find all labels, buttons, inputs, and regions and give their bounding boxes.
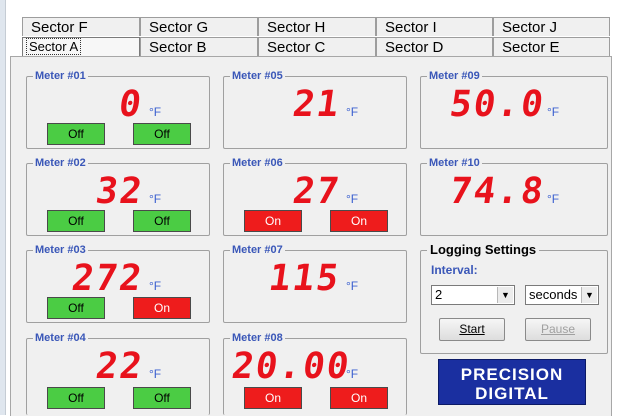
tab-sector-d[interactable]: Sector D <box>376 37 493 56</box>
meter-04: Meter #04 22 °F Off Off <box>26 331 210 415</box>
tab-label: Sector A <box>26 38 82 55</box>
meter-title: Meter #07 <box>230 243 285 257</box>
tab-label: Sector G <box>149 19 209 36</box>
relay-2-button[interactable]: On <box>133 297 191 319</box>
meter-title: Meter #01 <box>33 69 88 83</box>
meter-07: Meter #07 115 °F <box>223 243 407 323</box>
meter-value: 74.8 <box>447 171 548 212</box>
meter-title: Meter #08 <box>230 331 285 345</box>
meter-unit: °F <box>346 192 359 206</box>
relay-2-button[interactable]: Off <box>133 210 191 232</box>
meter-05: Meter #05 21 °F <box>223 69 407 149</box>
meter-unit: °F <box>149 367 162 381</box>
meter-08: Meter #08 20.00 °F On On <box>223 331 407 415</box>
tab-label: Sector J <box>502 19 558 36</box>
meter-01: Meter #01 0 °F Off Off <box>26 69 210 149</box>
meter-unit: °F <box>346 279 359 293</box>
meter-value: 20.00 <box>228 346 353 387</box>
meter-title: Meter #04 <box>33 331 88 345</box>
tab-sector-g[interactable]: Sector G <box>140 17 258 36</box>
meter-title: Meter #10 <box>427 156 482 170</box>
tab-label: Sector I <box>385 19 437 36</box>
interval-value: 2 <box>435 287 443 302</box>
meter-title: Meter #09 <box>427 69 482 83</box>
tab-sector-f[interactable]: Sector F <box>22 17 140 36</box>
window-right-margin <box>612 56 626 415</box>
dropdown-arrow-icon[interactable]: ▼ <box>497 287 513 303</box>
logging-title: Logging Settings <box>427 242 540 257</box>
meter-06: Meter #06 27 °F On On <box>223 156 407 236</box>
relay-1-button[interactable]: Off <box>47 297 105 319</box>
window-left-edge <box>0 0 6 415</box>
meter-value: 21 <box>289 84 343 125</box>
meter-value: 50.0 <box>447 84 548 125</box>
relay-2-button[interactable]: On <box>330 387 388 409</box>
meter-unit: °F <box>346 367 359 381</box>
relay-1-button[interactable]: On <box>244 210 302 232</box>
tab-label: Sector H <box>267 19 326 36</box>
dropdown-arrow-icon[interactable]: ▼ <box>581 287 597 303</box>
meter-unit: °F <box>547 192 560 206</box>
tab-label: Sector F <box>31 19 88 36</box>
interval-unit-select[interactable]: seconds ▼ <box>525 285 599 305</box>
meter-value: 272 <box>69 258 146 299</box>
relay-2-button[interactable]: Off <box>133 123 191 145</box>
tab-label: Sector C <box>267 39 326 56</box>
meter-10: Meter #10 74.8 °F <box>420 156 608 236</box>
meter-value: 32 <box>92 171 146 212</box>
relay-1-button[interactable]: Off <box>47 123 105 145</box>
tab-sector-c[interactable]: Sector C <box>258 37 376 56</box>
relay-1-button[interactable]: Off <box>47 210 105 232</box>
meter-title: Meter #05 <box>230 69 285 83</box>
relay-1-button[interactable]: On <box>244 387 302 409</box>
tab-sector-h[interactable]: Sector H <box>258 17 376 36</box>
meter-value: 0 <box>116 84 146 125</box>
start-button[interactable]: Start <box>439 318 505 341</box>
meter-value: 27 <box>289 171 343 212</box>
relay-2-button[interactable]: On <box>330 210 388 232</box>
meter-unit: °F <box>346 105 359 119</box>
tab-sector-a[interactable]: Sector A <box>22 37 140 57</box>
meter-unit: °F <box>149 279 162 293</box>
tab-sector-j[interactable]: Sector J <box>493 17 610 36</box>
meter-title: Meter #03 <box>33 243 88 257</box>
relay-2-button[interactable]: Off <box>133 387 191 409</box>
tab-sector-b[interactable]: Sector B <box>140 37 258 56</box>
meter-unit: °F <box>149 105 162 119</box>
meter-title: Meter #06 <box>230 156 285 170</box>
pause-label: Pause <box>540 322 576 336</box>
precision-digital-logo: PRECISION DIGITAL <box>438 359 586 405</box>
meter-value: 22 <box>92 346 146 387</box>
pause-button[interactable]: Pause <box>525 318 591 341</box>
meter-value: 115 <box>266 258 343 299</box>
logo-line-2: DIGITAL <box>475 384 549 403</box>
meter-02: Meter #02 32 °F Off Off <box>26 156 210 236</box>
tab-sector-e[interactable]: Sector E <box>493 37 610 56</box>
tab-label: Sector E <box>502 39 560 56</box>
interval-select[interactable]: 2 ▼ <box>431 285 515 305</box>
meter-unit: °F <box>149 192 162 206</box>
tab-label: Sector B <box>149 39 207 56</box>
start-label: Start <box>459 322 485 336</box>
meter-unit: °F <box>547 105 560 119</box>
interval-label: Interval: <box>431 263 478 277</box>
meter-title: Meter #02 <box>33 156 88 170</box>
logging-settings-group: Logging Settings Interval: 2 ▼ seconds ▼… <box>420 242 608 354</box>
meter-09: Meter #09 50.0 °F <box>420 69 608 149</box>
interval-unit-value: seconds <box>529 287 578 302</box>
tab-sector-i[interactable]: Sector I <box>376 17 493 36</box>
meter-03: Meter #03 272 °F Off On <box>26 243 210 323</box>
app-window: Sector F Sector G Sector H Sector I Sect… <box>0 0 626 416</box>
relay-1-button[interactable]: Off <box>47 387 105 409</box>
logo-line-1: PRECISION <box>460 365 564 384</box>
tab-label: Sector D <box>385 39 444 56</box>
